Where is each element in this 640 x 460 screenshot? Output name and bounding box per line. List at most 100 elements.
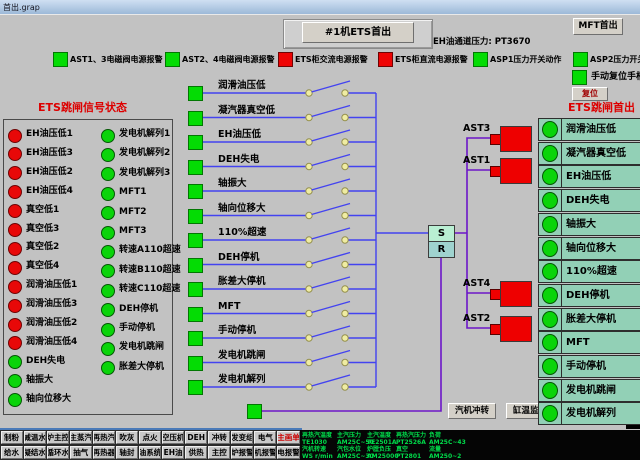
toolbar-button[interactable]: 再热汽 [93,431,115,444]
trip-state-lamp [8,261,22,275]
first-out-label-cell: 胀差大停机 [561,308,640,331]
manual-reset-indicator [572,70,587,85]
first-out-lamp [542,287,558,304]
trip-signal-indicator [188,307,203,322]
legend-indicator [278,52,293,67]
toolbar-button[interactable]: DEH [185,431,207,444]
trip-signal-label: 发电机解列 [218,374,266,385]
legend-label: ETS柜直流电源报警 [395,54,468,65]
toolbar-button[interactable]: 冲转 [208,431,230,444]
ets-first-out-button[interactable]: #1机ETS首出 [302,22,414,43]
trip-state-label: 润滑油压低3 [26,299,77,310]
trip-signal-label: 胀差大停机 [218,276,266,287]
mft-first-out-button[interactable]: MFT首出 [573,18,623,35]
trip-state-lamp [101,303,115,317]
set-box: S [428,225,455,242]
trip-signal-label: EH油压低 [218,129,261,140]
toolbar-button[interactable]: 主控 [208,446,230,459]
trip-state-lamp [101,284,115,298]
toolbar-row-2: 给水凝结水循环水抽气再热器轴封油系统EH油供热主控炉报警机报警电报警 [0,445,300,460]
status-label: 再热汽温度 [302,432,332,439]
toolbar-button[interactable]: 减温水 [24,431,46,444]
trip-state-label: EH油压低1 [26,129,73,140]
toolbar-button[interactable]: EH油 [162,446,184,459]
trip-signal-label: 轴振大 [218,178,247,189]
trip-state-label: 润滑油压低4 [26,337,77,348]
ast-valve-box [500,316,532,342]
status-value: TE2501A [367,439,397,446]
toolbar-button[interactable]: 空压机 [162,431,184,444]
trip-state-label: 真空低3 [26,224,59,235]
trip-state-lamp [101,245,115,259]
trip-state-label: MFT2 [119,207,147,218]
trip-state-label: MFT1 [119,187,147,198]
toolbar-button[interactable]: 凝结水 [24,446,46,459]
trip-signal-indicator [188,209,203,224]
first-out-label-cell: 110%超速 [561,260,640,283]
toolbar-button[interactable]: 发变组 [231,431,253,444]
first-out-label-cell: 手动停机 [561,355,640,378]
toolbar-button[interactable]: 供热 [185,446,207,459]
toolbar-button[interactable]: 再热器 [93,446,115,459]
trip-state-label: 轴向位移大 [26,394,71,405]
trip-signal-indicator [188,184,203,199]
ast-valve-box [500,158,532,184]
trip-state-label: MFT3 [119,226,147,237]
toolbar-button[interactable]: 机报警 [254,446,276,459]
trip-state-lamp [8,393,22,407]
toolbar-button[interactable]: 抽气 [70,446,92,459]
ast-label: AST4 [463,278,490,289]
legend-indicator [473,52,488,67]
ets-first-out-screen: 首出.grap #1机ETS首出 EH油通道压力: PT3670 MFT首出 手… [0,0,640,460]
legend-label: AST1、3电磁阀电源报警 [70,54,163,65]
first-out-lamp [542,382,558,399]
status-value: WS r/min [302,453,333,460]
trip-state-label: EH油压低4 [26,186,73,197]
trip-state-lamp [8,204,22,218]
trip-signal-indicator [188,86,203,101]
legend-label: ASP1压力开关动作 [490,54,561,65]
toolbar-button[interactable]: 电报警 [277,446,299,459]
first-out-label-cell: 轴向位移大 [561,237,640,260]
trip-signal-indicator [188,135,203,150]
toolbar-button[interactable]: 吹灰 [116,431,138,444]
trip-state-lamp [101,323,115,337]
toolbar-button[interactable]: 循环水 [47,446,69,459]
trip-signal-indicator [188,233,203,248]
legend-indicator [378,52,393,67]
first-out-lamp [542,121,558,138]
toolbar-button[interactable]: 炉主控 [47,431,69,444]
toolbar-button[interactable]: 炉报警 [231,446,253,459]
legend-indicator [573,52,588,67]
toolbar-button[interactable]: 轴封 [116,446,138,459]
toolbar-row-1: 制粉减温水炉主控主蒸汽再热汽吹灰点火空压机DEH冲转发变组电气主画单 [0,430,300,445]
trip-signal-indicator [188,160,203,175]
trip-signal-indicator [188,282,203,297]
toolbar-button[interactable]: 电气 [254,431,276,444]
turbine-roll-button[interactable]: 汽机冲转 [448,403,496,419]
status-label: 汽包水位 [337,446,361,453]
first-out-lamp [542,145,558,162]
trip-state-label: 手动停机 [119,323,155,334]
toolbar-button[interactable]: 主蒸汽 [70,431,92,444]
toolbar-button[interactable]: 点火 [139,431,161,444]
status-label: 主汽温度 [367,432,391,439]
first-out-label-cell: 轴振大 [561,213,640,236]
trip-state-lamp [101,206,115,220]
legend-label: AST2、4电磁阀电源报警 [182,54,275,65]
trip-state-lamp [101,187,115,201]
status-label: 流量 [429,446,441,453]
toolbar-button[interactable]: 主画单 [277,431,299,444]
first-out-label-cell: MFT [561,331,640,354]
trip-state-label: 真空低2 [26,242,59,253]
trip-state-lamp [8,223,22,237]
status-label: 再热汽压力 [396,432,426,439]
toolbar-button[interactable]: 给水 [1,446,23,459]
trip-state-lamp [101,129,115,143]
trip-state-label: 胀差大停机 [119,362,164,373]
toolbar-button[interactable]: 油系统 [139,446,161,459]
legend-label: ETS柜交流电源报警 [295,54,368,65]
toolbar-button[interactable]: 制粉 [1,431,23,444]
reset-circuit-indicator [247,404,262,419]
ast-valve-box [500,126,532,152]
